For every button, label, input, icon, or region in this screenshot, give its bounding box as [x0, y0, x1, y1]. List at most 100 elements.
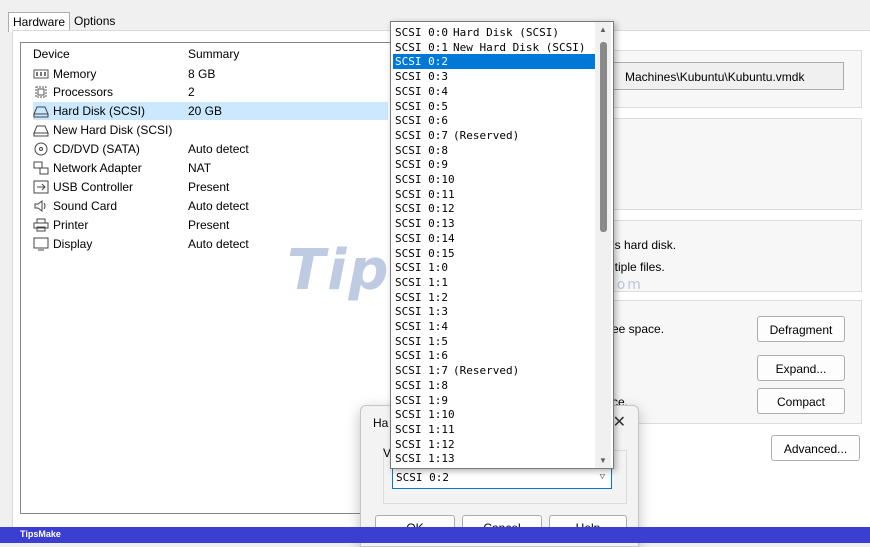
option-node: SCSI 0:15	[395, 246, 455, 260]
close-icon[interactable]: ✕	[613, 412, 626, 432]
option-node: SCSI 0:9	[395, 158, 448, 172]
virtual-device-node-select[interactable]: SCSI 0:2 ▽	[392, 467, 612, 489]
dropdown-option[interactable]: SCSI 0:9	[393, 157, 595, 172]
dropdown-option[interactable]: SCSI 1:9	[393, 393, 595, 408]
tab-hardware[interactable]: Hardware	[8, 12, 71, 32]
device-row-memory[interactable]: Memory 8 GB	[33, 65, 388, 83]
dropdown-option[interactable]: SCSI 0:13	[393, 216, 595, 231]
device-summary: NAT	[188, 161, 212, 175]
option-node: SCSI 1:4	[395, 320, 448, 333]
dropdown-option[interactable]: SCSI 0:4	[393, 84, 595, 99]
option-node: SCSI 0:4	[395, 84, 448, 98]
option-node: SCSI 0:1	[395, 40, 448, 54]
device-row-processors[interactable]: Processors 2	[33, 83, 388, 101]
disk-file-field[interactable]: Machines\Kubuntu\Kubuntu.vmdk	[600, 62, 844, 90]
option-node: SCSI 1:11	[395, 422, 455, 436]
scroll-down-icon[interactable]: ▼	[599, 456, 607, 465]
tab-options[interactable]: Options	[70, 12, 119, 32]
compact-button[interactable]: Compact	[757, 388, 845, 414]
dropdown-option[interactable]: SCSI 1:12	[393, 437, 595, 452]
dropdown-option[interactable]: SCSI 0:7 (Reserved)	[393, 128, 595, 143]
device-row-cd-dvd[interactable]: CD/DVD (SATA) Auto detect	[33, 140, 388, 158]
dropdown-option[interactable]: SCSI 0:12	[393, 201, 595, 216]
device-name: Hard Disk (SCSI)	[53, 104, 146, 118]
dropdown-option[interactable]: SCSI 0:1 New Hard Disk (SCSI)	[393, 40, 595, 55]
device-list-header: Device Summary	[33, 47, 393, 65]
defragment-button[interactable]: Defragment	[757, 316, 845, 342]
tab-strip: Hardware Options	[8, 12, 119, 32]
device-row-network-adapter[interactable]: Network Adapter NAT	[33, 159, 388, 177]
dropdown-option[interactable]: SCSI 0:15	[393, 246, 595, 261]
usb-icon	[33, 180, 49, 194]
device-summary: Auto detect	[188, 199, 249, 213]
device-row-hard-disk[interactable]: Hard Disk (SCSI) 20 GB	[33, 102, 388, 120]
defragment-description: ee space.	[612, 322, 665, 336]
option-node: SCSI 0:6	[395, 114, 448, 128]
option-note: (Reserved)	[453, 364, 520, 378]
device-name: Printer	[53, 218, 89, 232]
cd-dvd-icon	[34, 142, 48, 156]
dropdown-option[interactable]: SCSI 0:8	[393, 143, 595, 158]
advanced-button[interactable]: Advanced...	[771, 435, 860, 461]
printer-icon	[33, 218, 49, 232]
option-note: Hard Disk (SCSI)	[453, 26, 559, 39]
dropdown-option[interactable]: SCSI 1:6	[393, 348, 595, 363]
dropdown-option[interactable]: SCSI 0:2	[393, 54, 595, 70]
dialog-title: Ha	[373, 416, 389, 430]
capacity-group	[590, 118, 862, 210]
option-node: SCSI 1:10	[395, 408, 455, 422]
device-name: Memory	[53, 67, 97, 81]
device-summary: 20 GB	[188, 104, 223, 118]
network-icon	[33, 161, 49, 175]
option-node: SCSI 0:11	[395, 187, 455, 201]
option-node: SCSI 0:2	[395, 55, 448, 69]
footer-brand: TipsMake	[20, 529, 61, 539]
device-column-header[interactable]: Device	[33, 47, 70, 61]
expand-button[interactable]: Expand...	[757, 355, 845, 381]
option-note: (Reserved)	[453, 128, 520, 142]
dropdown-option[interactable]: SCSI 0:5	[393, 99, 595, 114]
device-name: Network Adapter	[53, 161, 142, 175]
dropdown-option[interactable]: SCSI 1:5	[393, 334, 595, 349]
summary-column-header[interactable]: Summary	[188, 47, 239, 61]
option-node: SCSI 0:12	[395, 202, 455, 216]
dropdown-option[interactable]: SCSI 1:8	[393, 378, 595, 393]
dropdown-option[interactable]: SCSI 0:6	[393, 113, 595, 128]
option-node: SCSI 1:7	[395, 364, 448, 378]
option-note: New Hard Disk (SCSI)	[453, 40, 586, 54]
dropdown-option[interactable]: SCSI 1:4	[393, 319, 595, 334]
device-summary: Auto detect	[188, 237, 249, 251]
dropdown-option[interactable]: SCSI 1:7 (Reserved)	[393, 363, 595, 378]
option-node: SCSI 1:6	[395, 349, 448, 363]
dropdown-option[interactable]: SCSI 1:3	[393, 304, 595, 319]
dropdown-option[interactable]: SCSI 0:3	[393, 69, 595, 84]
device-row-new-hard-disk[interactable]: New Hard Disk (SCSI)	[33, 121, 388, 139]
dropdown-option[interactable]: SCSI 0:11	[393, 187, 595, 202]
dropdown-option[interactable]: SCSI 0:10	[393, 172, 595, 187]
device-summary: 2	[188, 85, 195, 99]
dropdown-option[interactable]: SCSI 1:2	[393, 290, 595, 305]
option-node: SCSI 1:3	[395, 305, 448, 319]
dropdown-option[interactable]: SCSI 1:1	[393, 275, 595, 290]
dropdown-option[interactable]: SCSI 0:14	[393, 231, 595, 246]
hard-disk-icon	[33, 106, 49, 118]
device-name: Sound Card	[53, 199, 118, 213]
scroll-up-icon[interactable]: ▲	[599, 25, 607, 34]
dropdown-option[interactable]: SCSI 0:0 Hard Disk (SCSI)	[393, 25, 595, 40]
device-name: Processors	[53, 85, 114, 99]
option-node: SCSI 1:13	[395, 452, 455, 466]
node-dropdown-list[interactable]: SCSI 0:0 Hard Disk (SCSI) SCSI 0:1 New Hard…	[390, 21, 614, 469]
dropdown-option[interactable]: SCSI 1:10	[393, 407, 595, 422]
device-row-usb-controller[interactable]: USB Controller Present	[33, 178, 388, 196]
option-node: SCSI 0:14	[395, 231, 455, 245]
option-node: SCSI 0:0	[395, 26, 448, 39]
scrollbar-thumb[interactable]	[600, 42, 607, 232]
dropdown-option[interactable]: SCSI 1:13	[393, 451, 595, 466]
dropdown-scrollbar[interactable]: ▲ ▼	[595, 22, 611, 468]
dropdown-option[interactable]: SCSI 1:11	[393, 422, 595, 437]
device-name: Display	[53, 237, 93, 251]
chevron-down-icon: ▽	[599, 472, 605, 482]
dropdown-option[interactable]: SCSI 1:0	[393, 260, 595, 275]
device-row-sound-card[interactable]: Sound Card Auto detect	[33, 197, 388, 215]
device-row-printer[interactable]: Printer Present	[33, 216, 388, 234]
